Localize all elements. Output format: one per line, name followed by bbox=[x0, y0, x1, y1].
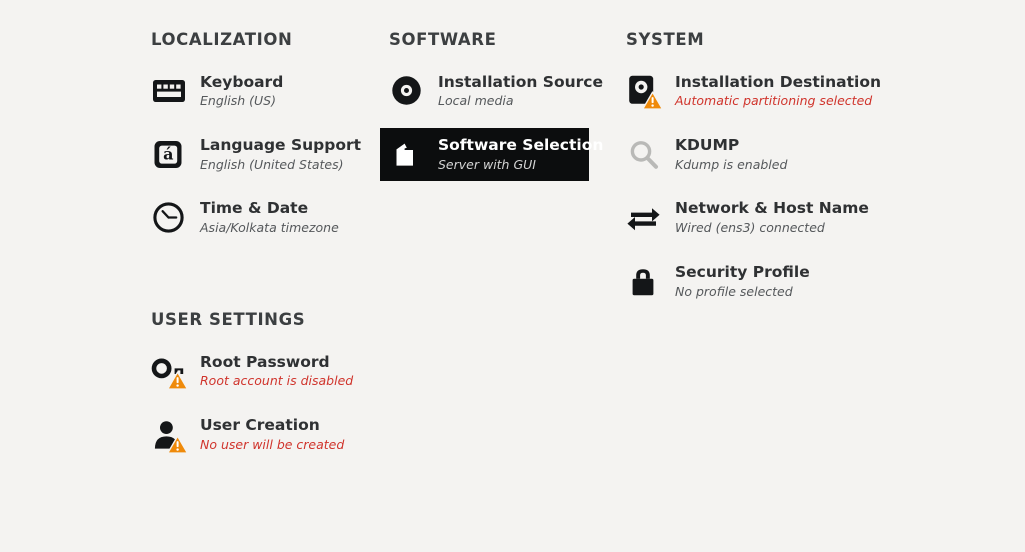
section-title-user-settings: USER SETTINGS bbox=[151, 310, 306, 329]
spoke-installation-destination[interactable]: Installation Destination Automatic partit… bbox=[617, 65, 881, 118]
spoke-list-system: Installation Destination Automatic partit… bbox=[626, 65, 881, 309]
spoke-user-creation[interactable]: User Creation No user will be created bbox=[142, 408, 371, 461]
spoke-software-selection[interactable]: Software Selection Server with GUI bbox=[380, 127, 604, 182]
spoke-language-support[interactable]: á Language Support English (United States) bbox=[142, 128, 371, 181]
language-support-icon: á bbox=[151, 137, 187, 173]
spoke-time-and-date[interactable]: Time & Date Asia/Kolkata timezone bbox=[142, 191, 371, 244]
spoke-text-installation-source: Installation Source Local media bbox=[438, 72, 603, 110]
spoke-status-installation-destination: Automatic partitioning selected bbox=[675, 93, 873, 109]
spoke-text-installation-destination: Installation Destination Automatic partit… bbox=[675, 72, 882, 110]
user-icon bbox=[151, 417, 187, 453]
spoke-title-language-support: Language Support bbox=[200, 135, 362, 154]
spoke-title-installation-source: Installation Source bbox=[438, 72, 603, 91]
section-title-system: SYSTEM bbox=[626, 30, 705, 49]
spoke-status-keyboard: English (US) bbox=[200, 93, 276, 109]
spoke-text-kdump: KDUMP Kdump is enabled bbox=[675, 136, 787, 173]
spoke-text-time-and-date: Time & Date Asia/Kolkata timezone bbox=[200, 199, 339, 236]
disc-icon bbox=[389, 73, 425, 109]
spoke-status-user-creation: No user will be created bbox=[200, 436, 345, 452]
spoke-title-kdump: KDUMP bbox=[675, 135, 740, 154]
spoke-text-network-and-host-name: Network & Host Name Wired (ens3) connecte… bbox=[675, 199, 869, 236]
spoke-title-software-selection: Software Selection bbox=[438, 135, 604, 154]
spoke-status-software-selection: Server with GUI bbox=[438, 156, 536, 172]
spoke-title-root-password: Root Password bbox=[200, 352, 330, 371]
magnifier-icon bbox=[626, 137, 662, 173]
spoke-title-security-profile: Security Profile bbox=[675, 262, 810, 281]
spoke-list-user-settings: Root Password Root account is disabled Us… bbox=[151, 345, 371, 462]
clock-icon bbox=[151, 200, 187, 236]
spoke-title-keyboard: Keyboard bbox=[200, 72, 284, 91]
spoke-status-installation-source: Local media bbox=[438, 93, 514, 109]
package-icon bbox=[389, 137, 425, 173]
section-software: SOFTWARE Installation Source Local media … bbox=[380, 30, 603, 191]
spoke-status-language-support: English (United States) bbox=[200, 156, 344, 172]
section-title-localization: LOCALIZATION bbox=[151, 30, 293, 49]
key-icon bbox=[151, 353, 187, 390]
spoke-text-security-profile: Security Profile No profile selected bbox=[675, 263, 810, 300]
spoke-security-profile[interactable]: Security Profile No profile selected bbox=[617, 255, 881, 308]
section-localization: LOCALIZATION Keyboard English (US) á Langu… bbox=[151, 30, 371, 255]
spoke-title-user-creation: User Creation bbox=[200, 415, 320, 434]
section-title-software: SOFTWARE bbox=[389, 30, 497, 49]
spoke-status-security-profile: No profile selected bbox=[675, 283, 793, 299]
spoke-title-time-and-date: Time & Date bbox=[200, 199, 309, 218]
spoke-root-password[interactable]: Root Password Root account is disabled bbox=[142, 345, 371, 398]
spoke-status-root-password: Root account is disabled bbox=[200, 373, 354, 389]
spoke-status-kdump: Kdump is enabled bbox=[675, 156, 788, 172]
spoke-text-language-support: Language Support English (United States) bbox=[200, 136, 361, 173]
spoke-list-localization: Keyboard English (US) á Language Support En… bbox=[151, 65, 371, 245]
svg-text:á: á bbox=[163, 144, 173, 163]
section-user-settings: USER SETTINGS Root Password Root account … bbox=[151, 310, 371, 471]
spoke-status-time-and-date: Asia/Kolkata timezone bbox=[200, 220, 339, 236]
spoke-title-network-and-host-name: Network & Host Name bbox=[675, 199, 869, 218]
spoke-status-network-and-host-name: Wired (ens3) connected bbox=[675, 220, 825, 236]
spoke-text-keyboard: Keyboard English (US) bbox=[200, 73, 283, 110]
spoke-title-installation-destination: Installation Destination bbox=[675, 72, 882, 91]
spoke-network-and-host-name[interactable]: Network & Host Name Wired (ens3) connecte… bbox=[617, 191, 881, 244]
spoke-text-root-password: Root Password Root account is disabled bbox=[200, 353, 353, 390]
installation-summary-hub: LOCALIZATION Keyboard English (US) á Langu… bbox=[0, 0, 1025, 552]
section-system: SYSTEM Installation Destination Automatic… bbox=[626, 30, 881, 318]
network-icon bbox=[626, 200, 662, 236]
spoke-keyboard[interactable]: Keyboard English (US) bbox=[142, 65, 371, 118]
harddrive-icon bbox=[626, 73, 662, 110]
lock-icon bbox=[626, 264, 662, 300]
spoke-text-software-selection: Software Selection Server with GUI bbox=[438, 135, 604, 173]
spoke-installation-source[interactable]: Installation Source Local media bbox=[380, 65, 603, 118]
keyboard-icon bbox=[151, 73, 187, 109]
spoke-text-user-creation: User Creation No user will be created bbox=[200, 416, 344, 453]
spoke-kdump[interactable]: KDUMP Kdump is enabled bbox=[617, 128, 881, 181]
spoke-list-software: Installation Source Local media Software … bbox=[380, 65, 603, 182]
